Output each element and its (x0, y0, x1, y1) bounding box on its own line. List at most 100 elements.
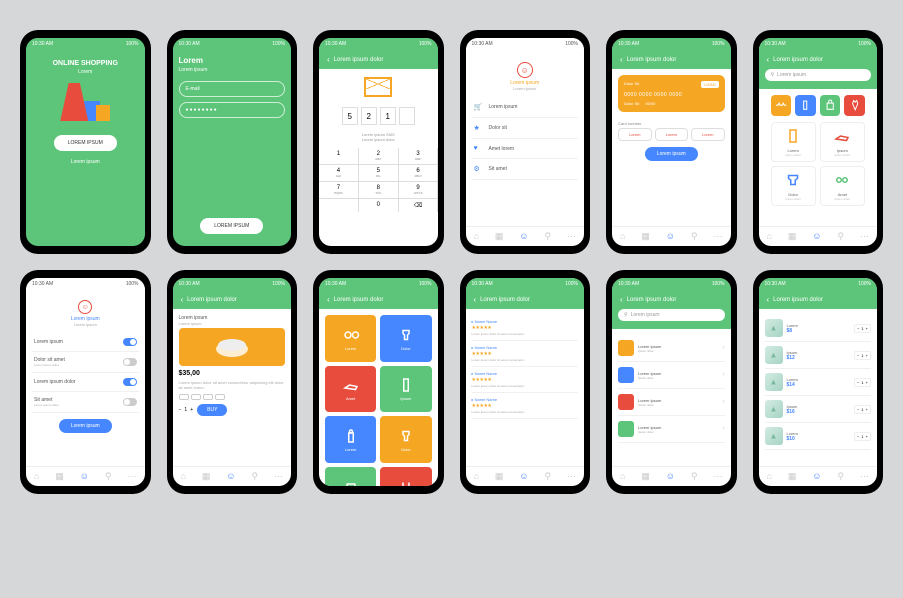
keypad-key[interactable]: 3DEF (399, 148, 438, 164)
mail-icon (364, 77, 392, 97)
back-icon[interactable]: ‹ (327, 55, 330, 64)
back-icon[interactable]: ‹ (474, 295, 477, 304)
menu-item[interactable]: ⚙Sit amet (472, 159, 579, 180)
app-subtitle: Lorem (78, 69, 92, 75)
otp-digit[interactable]: 5 (342, 107, 358, 125)
category-tile[interactable]: Amet (325, 366, 376, 413)
buy-button[interactable]: BUY (197, 404, 227, 416)
quantity-stepper[interactable]: −1+ (854, 432, 871, 441)
nav-search-icon[interactable]: ⚲ (544, 231, 551, 242)
back-icon[interactable]: ‹ (620, 55, 623, 64)
setting-row: Lorem ipsum (32, 333, 139, 352)
keypad-key[interactable]: ⌫ (399, 199, 438, 212)
category-tile[interactable]: Lorem (325, 416, 376, 463)
back-icon[interactable]: ‹ (767, 295, 770, 304)
search-icon: ⚲ (771, 72, 775, 78)
menu-icon: 🛒 (474, 103, 484, 111)
keypad: 12ABC3DEF 4GHI5JKL6MNO 7PQRS8TUV9WXYZ0⌫ (319, 148, 438, 212)
keypad-key[interactable]: 5JKL (359, 165, 398, 181)
cat-tile-dress[interactable] (844, 95, 865, 116)
chevron-right-icon: › (723, 345, 725, 351)
back-icon[interactable]: ‹ (181, 295, 184, 304)
status-bar: 10:30 AM100% (612, 278, 731, 290)
item-thumb (618, 394, 634, 410)
card-field[interactable]: Lorem (655, 128, 689, 141)
list-item[interactable]: Lorem IpsumIpsum dolor› (618, 416, 725, 443)
cat-tile-eyewear[interactable] (771, 95, 792, 116)
toggle[interactable] (123, 398, 137, 406)
list-item[interactable]: Lorem IpsumIpsum dolor› (618, 389, 725, 416)
search-input[interactable]: ⚲Lorem ipsum (765, 69, 872, 81)
quantity-stepper[interactable]: −1+ (854, 378, 871, 387)
keypad-key[interactable]: 0 (359, 199, 398, 212)
cat-tile-cosmetic[interactable] (795, 95, 816, 116)
keypad-key[interactable] (319, 199, 358, 212)
avatar-icon[interactable]: ☺ (78, 300, 92, 314)
email-field[interactable]: E-mail (179, 81, 286, 97)
secondary-link[interactable]: Lorem ipsum (71, 159, 100, 165)
nav-more-icon[interactable]: ⋯ (567, 231, 576, 242)
category-tile[interactable]: Ipsum (325, 467, 376, 486)
quantity-stepper[interactable]: −1+ (854, 405, 871, 414)
category-tile[interactable]: Amet (380, 467, 431, 486)
avatar-icon[interactable]: ☺ (517, 62, 533, 78)
list-item[interactable]: Lorem IpsumIpsum dolor› (618, 335, 725, 362)
save-button[interactable]: Lorem ipsum (59, 419, 112, 433)
keypad-key[interactable]: 7PQRS (319, 182, 358, 198)
product-tile[interactable]: IpsumIpsum dolor (820, 122, 865, 162)
login-button[interactable]: LOREM IPSUM (200, 218, 263, 234)
password-field[interactable]: ●●●●●●●● (179, 102, 286, 118)
header: ‹Lorem ipsum dolor (612, 290, 731, 309)
nav-user-icon[interactable]: ☺ (519, 231, 528, 242)
category-tile[interactable]: Ipsum (380, 366, 431, 413)
otp-digit[interactable]: 1 (380, 107, 396, 125)
product-tile[interactable]: AmetIpsum dolor (820, 166, 865, 206)
nav-home-icon[interactable]: ⌂ (473, 231, 478, 242)
toggle[interactable] (123, 338, 137, 346)
nav-grid-icon[interactable]: ▦ (495, 231, 504, 242)
login-title: Lorem (179, 56, 286, 65)
keypad-key[interactable]: 2ABC (359, 148, 398, 164)
cart-item: Lorem$8−1+ (765, 315, 872, 342)
quantity-stepper[interactable]: −1+ (179, 407, 194, 413)
keypad-key[interactable]: 1 (319, 148, 358, 164)
bottom-nav: ⌂▦☺⚲⋯ (612, 466, 731, 486)
keypad-key[interactable]: 9WXYZ (399, 182, 438, 198)
back-icon[interactable]: ‹ (767, 55, 770, 64)
login-sub: Lorem ipsum (179, 67, 286, 73)
menu-item[interactable]: ♥Amet lorem (472, 139, 579, 159)
status-bar: 10:30 AM100% (319, 278, 438, 290)
back-icon[interactable]: ‹ (327, 295, 330, 304)
keypad-key[interactable]: 4GHI (319, 165, 358, 181)
search-icon: ⚲ (624, 312, 628, 318)
keypad-key[interactable]: 8TUV (359, 182, 398, 198)
category-tile[interactable]: Lorem (325, 315, 376, 362)
screen-onboarding: 10:30 AM100% ONLINE SHOPPING Lorem LOREM… (20, 30, 151, 254)
menu-item[interactable]: 🛒Lorem ipsum (472, 97, 579, 118)
toggle[interactable] (123, 358, 137, 366)
product-tile[interactable]: DolorIpsum dolor (771, 166, 816, 206)
toggle[interactable] (123, 378, 137, 386)
otp-digit[interactable]: 2 (361, 107, 377, 125)
card-field[interactable]: Lorem (691, 128, 725, 141)
otp-digit[interactable] (399, 107, 415, 125)
quantity-stepper[interactable]: −1+ (854, 324, 871, 333)
product-tile[interactable]: LoremIpsum dolor (771, 122, 816, 162)
menu-item[interactable]: ★Dolor sit (472, 118, 579, 139)
card-field[interactable]: Lorem (618, 128, 652, 141)
category-tile[interactable]: Dolor (380, 315, 431, 362)
menu-icon: ♥ (474, 145, 484, 152)
quantity-stepper[interactable]: −1+ (854, 351, 871, 360)
screen-category-grid: 10:30 AM100% ‹Lorem ipsum dolor LoremDol… (313, 270, 444, 494)
back-icon[interactable]: ‹ (620, 295, 623, 304)
submit-button[interactable]: Lorem ipsum (645, 147, 698, 161)
status-bar: 10:30 AM100% (319, 38, 438, 50)
credit-card: CARD Dolor Sit 0000 0000 0000 0000 Dolor… (618, 75, 725, 112)
setting-row: Sit ametLorem ipsum dolor (32, 392, 139, 413)
cat-tile-bag[interactable] (820, 95, 841, 116)
search-input[interactable]: ⚲Lorem ipsum (618, 309, 725, 321)
category-tile[interactable]: Dolor (380, 416, 431, 463)
get-started-button[interactable]: LOREM IPSUM (54, 135, 117, 151)
list-item[interactable]: Lorem IpsumIpsum dolor› (618, 362, 725, 389)
keypad-key[interactable]: 6MNO (399, 165, 438, 181)
